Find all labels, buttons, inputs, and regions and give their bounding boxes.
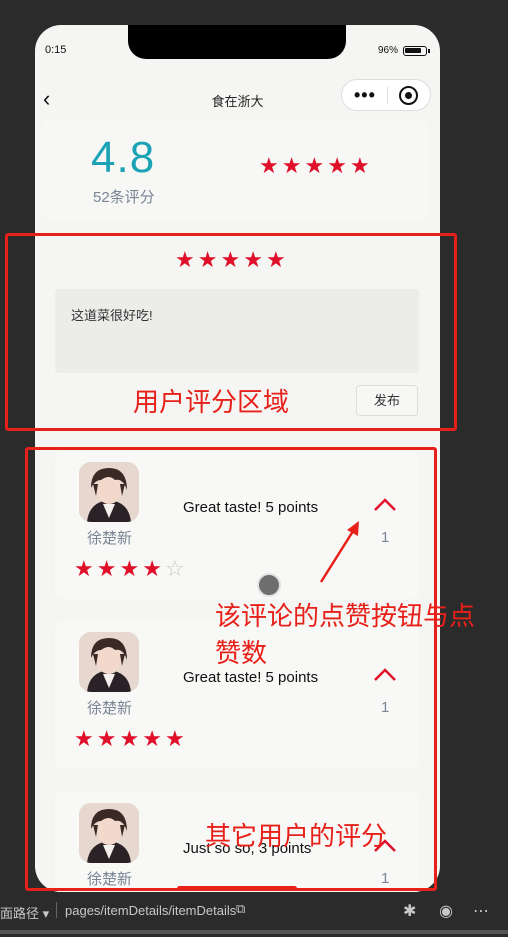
devtools-bottom-bar: 面路径 ▾ pages/itemDetails/itemDetails ⧉ ✱ … bbox=[0, 896, 508, 926]
average-score: 4.8 bbox=[91, 133, 156, 182]
bug-icon[interactable]: ✱ bbox=[403, 901, 416, 921]
more-dots-icon[interactable]: ••• bbox=[354, 86, 376, 104]
status-time: 0:15 bbox=[45, 44, 67, 56]
annotation-user-area: 用户评分区域 bbox=[133, 387, 290, 417]
copy-icon[interactable]: ⧉ bbox=[236, 901, 245, 917]
rating-count: 52条评分 bbox=[93, 189, 155, 206]
star-icon: ★ bbox=[259, 153, 282, 178]
annotation-like-line1: 该评论的点赞按钮与点 bbox=[215, 601, 476, 631]
star-icon: ★ bbox=[349, 153, 373, 178]
star-icon: ★ bbox=[281, 153, 305, 178]
annotation-arrow-icon bbox=[319, 521, 359, 583]
annotation-others: 其它用户的评分 bbox=[205, 821, 388, 851]
battery-percent: 96% bbox=[377, 45, 398, 56]
devtools-simulator: 0:15 96% ‹ 食在浙大 ••• 4.8 52条评分 ★★★★★ ★★★★… bbox=[0, 0, 508, 937]
mini-program-capsule: ••• bbox=[341, 79, 431, 111]
capsule-divider bbox=[387, 87, 388, 104]
rating-summary-card: 4.8 52条评分 ★★★★★ bbox=[41, 120, 429, 220]
eye-icon[interactable]: ◉ bbox=[439, 901, 453, 921]
star-icon: ★ bbox=[327, 153, 350, 178]
star-icon: ★ bbox=[304, 153, 328, 178]
more-icon[interactable]: ⋯ bbox=[473, 901, 489, 921]
scroll-track bbox=[0, 930, 508, 934]
bar-divider bbox=[56, 902, 57, 918]
summary-stars: ★★★★★ bbox=[259, 153, 373, 179]
touch-cursor bbox=[257, 573, 281, 597]
record-icon[interactable] bbox=[399, 86, 418, 105]
page-path-label[interactable]: 面路径 ▾ bbox=[0, 903, 49, 922]
phone-notch bbox=[128, 25, 346, 59]
page-path-value: pages/itemDetails/itemDetails bbox=[65, 903, 237, 918]
annotation-like-line2: 赞数 bbox=[215, 638, 268, 668]
battery-icon bbox=[403, 46, 430, 56]
